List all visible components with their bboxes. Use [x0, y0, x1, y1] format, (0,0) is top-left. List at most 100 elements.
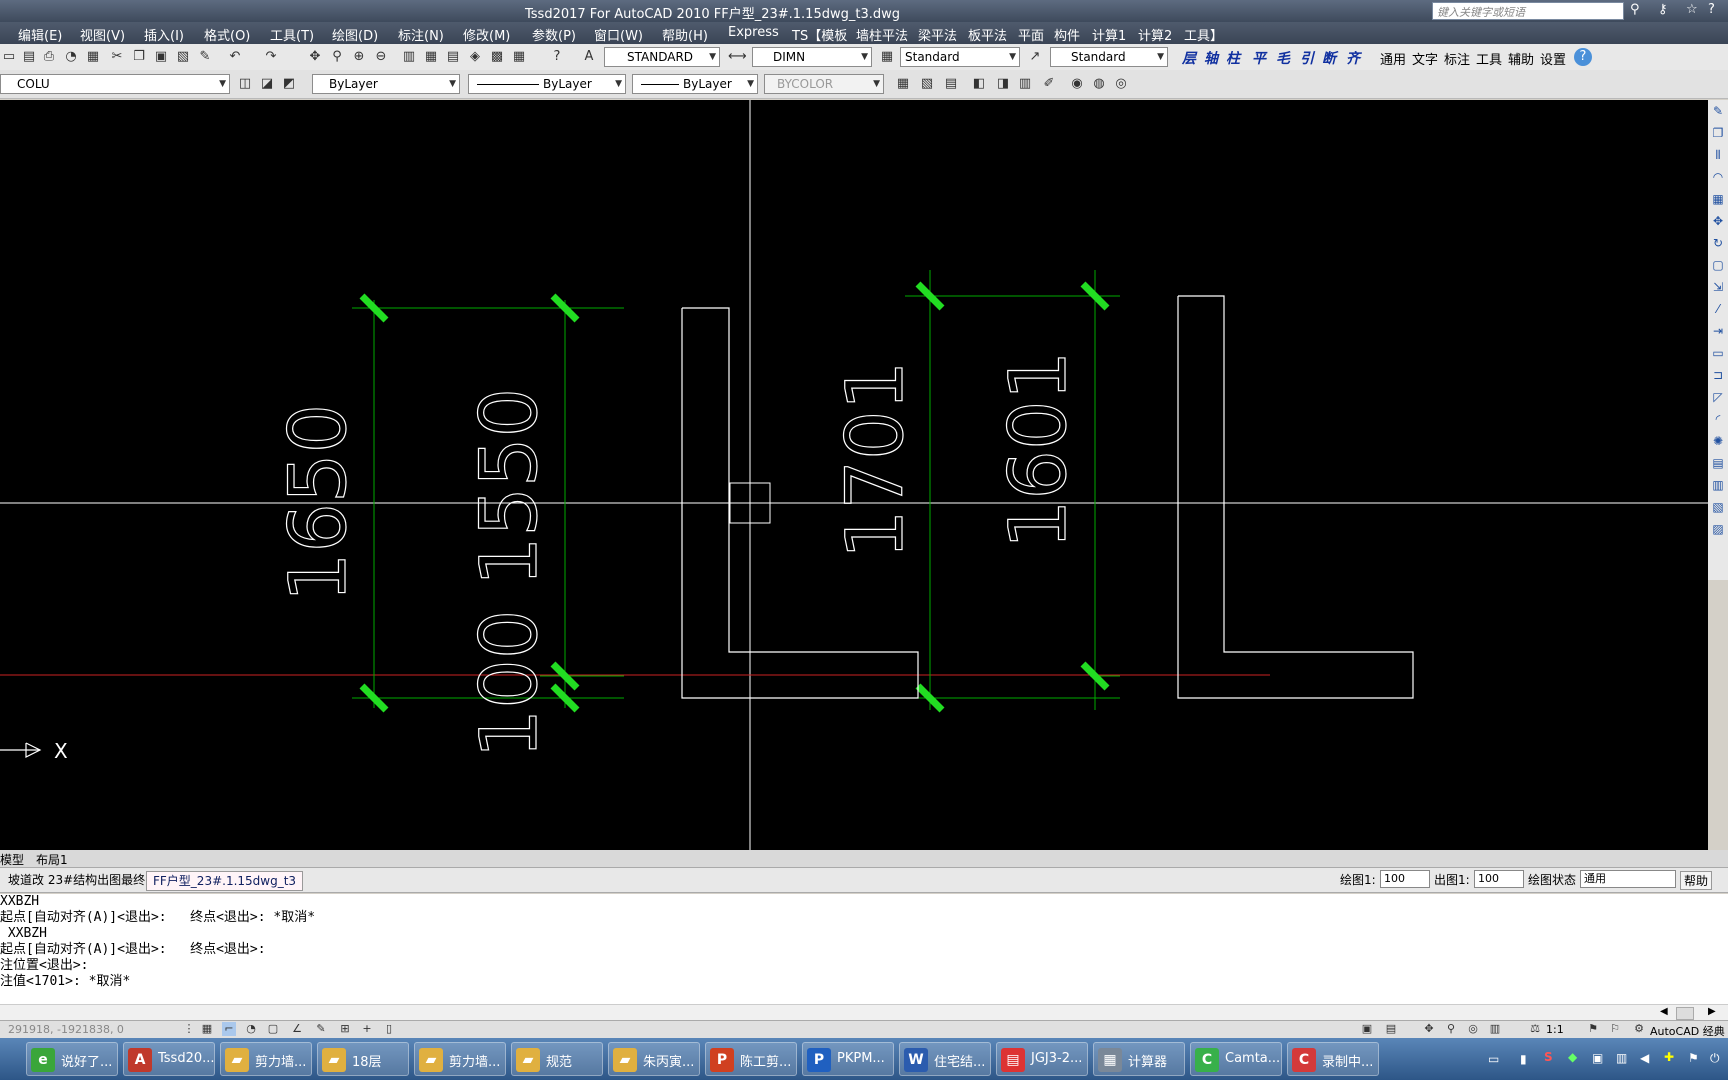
taskbar-item-3[interactable]: ▰ 18层 — [317, 1042, 409, 1076]
3d-dwf-icon[interactable]: ▦ — [84, 48, 102, 66]
annotation-scale-value[interactable]: 1:1 — [1546, 1023, 1564, 1036]
redo-icon[interactable]: ↷ — [262, 48, 280, 66]
drawing-svg[interactable]: 1650 1550 100 1701 1601 X — [0, 100, 1708, 850]
ts-tool5-icon[interactable]: ◨ — [994, 75, 1012, 93]
dim-text-1650[interactable]: 1650 — [273, 403, 364, 603]
tool-b-icon[interactable]: ▥ — [1708, 474, 1728, 496]
plot-scale-select[interactable]: 100 — [1474, 870, 1524, 888]
annotation-scale-icon[interactable]: ⚖ — [1528, 1022, 1542, 1036]
help-toolbar-icon[interactable]: ? — [548, 48, 566, 66]
taskbar-item-2[interactable]: ▰ 剪力墙... — [220, 1042, 312, 1076]
taskbar-item-6[interactable]: ▰ 朱丙寅... — [608, 1042, 700, 1076]
scale-icon[interactable]: ▢ — [1708, 254, 1728, 276]
copy-icon[interactable]: ❐ — [130, 48, 148, 66]
trim-icon[interactable]: ⁄ — [1708, 298, 1728, 320]
mleader-style-icon[interactable]: ↗ — [1026, 48, 1044, 66]
taskbar-item-7[interactable]: P 陈工剪... — [705, 1042, 797, 1076]
sheet-set-icon[interactable]: ◈ — [466, 48, 484, 66]
ts-align-icon[interactable]: 齐 — [1346, 48, 1360, 68]
menu-item-20[interactable]: 工具】 — [1184, 25, 1223, 44]
tool-palette-icon[interactable]: ▤ — [444, 48, 462, 66]
menu-item-0[interactable]: 编辑(E) — [18, 25, 62, 44]
coordinates-readout[interactable]: 291918, -1921838, 0 — [8, 1023, 124, 1036]
menu-item-5[interactable]: 绘图(D) — [332, 25, 378, 44]
open-icon[interactable]: ▭ — [0, 48, 18, 66]
plotstyle-select[interactable]: BYCOLOR ▼ — [764, 74, 884, 94]
drawing-canvas[interactable]: 1650 1550 100 1701 1601 X — [0, 100, 1708, 850]
ts-rough-icon[interactable]: 毛 — [1276, 48, 1290, 68]
menu-item-14[interactable]: 梁平法 — [918, 25, 957, 44]
qp-icon[interactable]: ▯ — [382, 1022, 396, 1036]
pan-status-icon[interactable]: ✥ — [1422, 1022, 1436, 1036]
layer-select[interactable]: COLU ▼ — [0, 74, 230, 94]
explode-icon[interactable]: ✺ — [1708, 430, 1728, 452]
command-scrollbar[interactable]: ◀ ▶ — [0, 1004, 1728, 1021]
grid-icon[interactable]: ▦ — [200, 1022, 214, 1036]
steering-wheel-icon[interactable]: ◎ — [1466, 1022, 1480, 1036]
ts-tab-tools[interactable]: 工具 — [1476, 49, 1502, 68]
ts-tab-general[interactable]: 通用 — [1380, 49, 1406, 68]
taskbar-item-10[interactable]: ▤ JGJ3-2... — [996, 1042, 1088, 1076]
ts-props-icon[interactable]: ▧ — [918, 75, 936, 93]
ts-column-icon[interactable]: 柱 — [1226, 48, 1240, 68]
ts-tool6-icon[interactable]: ▥ — [1016, 75, 1034, 93]
taskbar-item-8[interactable]: P PKPM... — [802, 1042, 894, 1076]
wall-outline-right[interactable] — [1177, 295, 1414, 699]
workspace-value[interactable]: AutoCAD 经典 — [1650, 1023, 1725, 1039]
ducs-icon[interactable]: ✎ — [314, 1022, 328, 1036]
menu-item-11[interactable]: Express — [728, 25, 779, 40]
doc-tab-2[interactable]: FF户型_23#.1.15dwg_t3 — [146, 871, 304, 891]
tool-a-icon[interactable]: ▤ — [1708, 452, 1728, 474]
menu-item-9[interactable]: 窗口(W) — [594, 25, 643, 44]
markup-icon[interactable]: ▩ — [488, 48, 506, 66]
help-circle-icon[interactable]: ? — [1574, 48, 1592, 66]
snap-icon[interactable]: ⋮ — [182, 1022, 196, 1036]
ts-tool10-icon[interactable]: ◎ — [1112, 75, 1130, 93]
polar-icon[interactable]: ◔ — [244, 1022, 258, 1036]
layer-states-icon[interactable]: ◩ — [280, 75, 298, 93]
ts-leader-icon[interactable]: 引 — [1300, 48, 1314, 68]
ts-tool9-icon[interactable]: ◍ — [1090, 75, 1108, 93]
ts-plane-icon[interactable]: 平 — [1252, 48, 1266, 68]
mleader-style-select[interactable]: Standard ▼ — [1050, 47, 1168, 67]
calculator-icon[interactable]: ▦ — [510, 48, 528, 66]
layer-previous-icon[interactable]: ◪ — [258, 75, 276, 93]
draw-scale-select[interactable]: 100 — [1380, 870, 1430, 888]
color-select[interactable]: ByLayer ▼ — [312, 74, 460, 94]
dim-text-1601[interactable]: 1601 — [993, 350, 1084, 550]
undo-icon[interactable]: ↶ — [226, 48, 244, 66]
taskbar-item-5[interactable]: ▰ 规范 — [511, 1042, 603, 1076]
linetype-select[interactable]: ByLayer ▼ — [468, 74, 626, 94]
ts-break-icon[interactable]: 断 — [1322, 48, 1336, 68]
help-search-input[interactable]: 键入关键字或短语 — [1432, 2, 1624, 20]
preview-icon[interactable]: ▤ — [20, 48, 38, 66]
menu-item-15[interactable]: 板平法 — [968, 25, 1007, 44]
osnap-icon[interactable]: ▢ — [266, 1022, 280, 1036]
menu-item-18[interactable]: 计算1 — [1092, 25, 1126, 44]
menu-item-7[interactable]: 修改(M) — [463, 25, 510, 44]
ts-edit-icon[interactable]: ▦ — [894, 75, 912, 93]
ts-tab-assist[interactable]: 辅助 — [1508, 49, 1534, 68]
tab-model[interactable]: 模型 — [0, 851, 24, 868]
text-style-icon[interactable]: A — [580, 48, 598, 66]
volume-icon[interactable]: ◀ — [1640, 1051, 1649, 1065]
ortho-icon[interactable]: ⌐ — [222, 1022, 236, 1036]
tool-d-icon[interactable]: ▨ — [1708, 518, 1728, 540]
zoom-window-icon[interactable]: ⊕ — [350, 48, 368, 66]
command-window[interactable]: XXBZH 起点[自动对齐(A)]<退出>: 终点<退出>: *取消* XXBZ… — [0, 894, 1728, 1004]
ts-tab-settings[interactable]: 设置 — [1540, 49, 1566, 68]
dim-text-1701[interactable]: 1701 — [830, 360, 921, 560]
sogou-icon[interactable]: S — [1544, 1050, 1553, 1064]
menu-item-2[interactable]: 插入(I) — [144, 25, 184, 44]
mirror-icon[interactable]: ⫴ — [1708, 144, 1728, 166]
draw-state-select[interactable]: 通用 — [1580, 870, 1676, 888]
flag-icon[interactable]: ⚑ — [1688, 1051, 1699, 1065]
table-style-icon[interactable]: ▦ — [878, 48, 896, 66]
taskbar-item-1[interactable]: A Tssd20... — [123, 1042, 215, 1076]
zoom-status-icon[interactable]: ⚲ — [1444, 1022, 1458, 1036]
menu-item-19[interactable]: 计算2 — [1138, 25, 1172, 44]
make-current-layer-icon[interactable]: ◫ — [236, 75, 254, 93]
security-icon[interactable]: ✚ — [1664, 1050, 1674, 1064]
scroll-right-icon[interactable]: ▶ — [1708, 1006, 1716, 1017]
ts-tool8-icon[interactable]: ◉ — [1068, 75, 1086, 93]
